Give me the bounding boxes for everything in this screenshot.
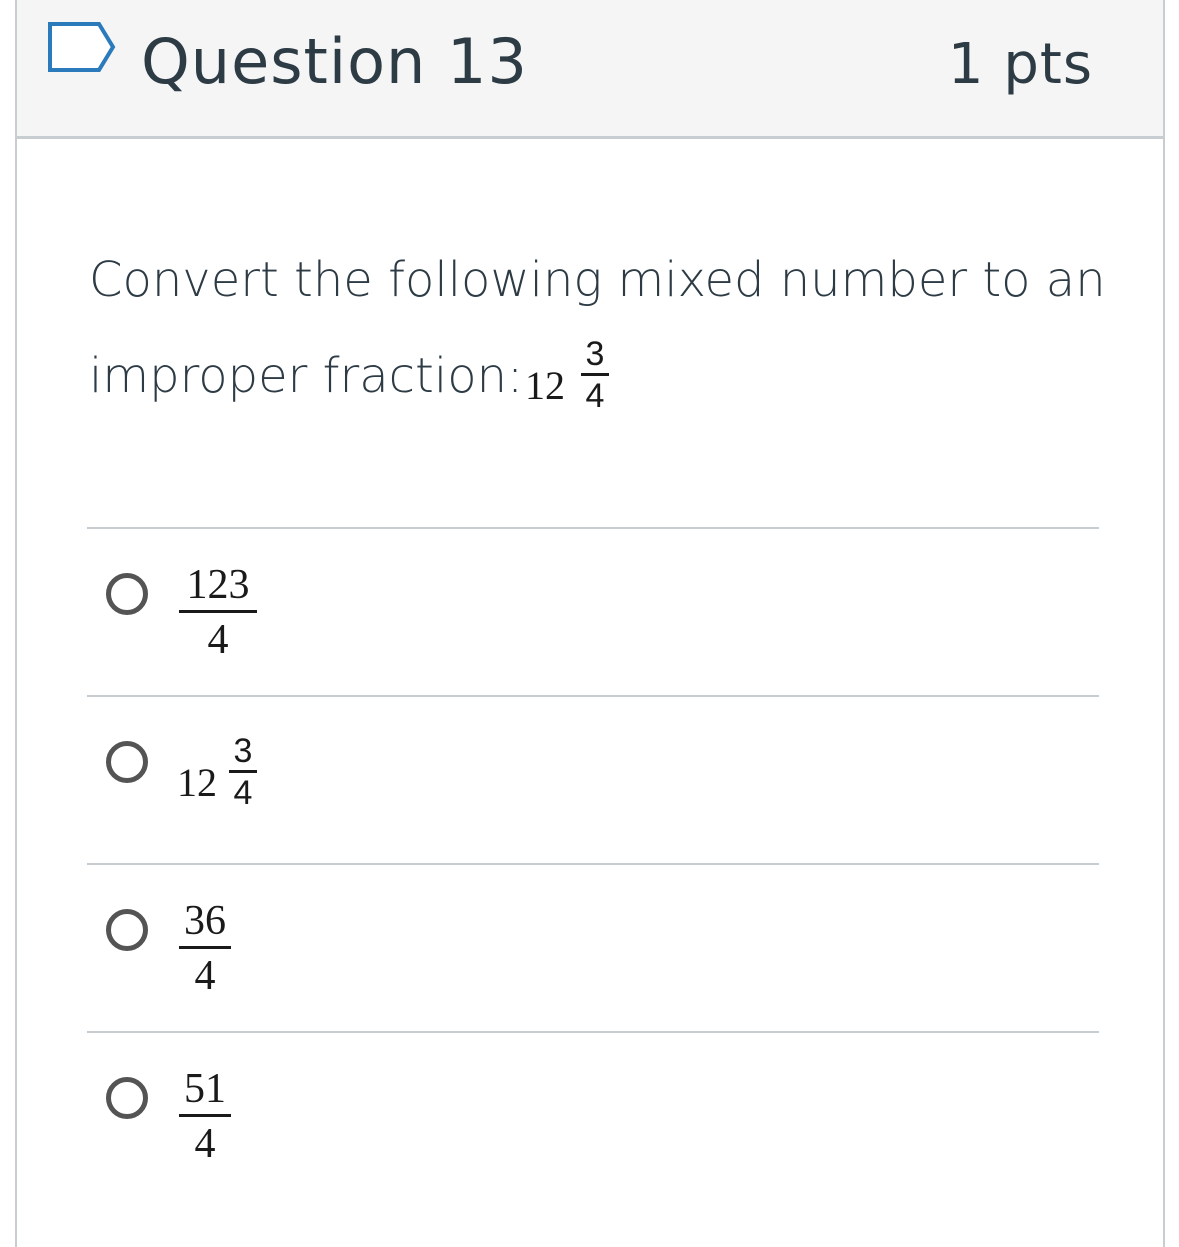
- mixed-fraction: 3 4: [577, 336, 613, 414]
- prompt-line-1: Convert the following mixed number to an: [89, 252, 1106, 308]
- prompt-mixed-number: 12 3 4: [525, 336, 635, 436]
- fraction-denominator: 4: [585, 377, 605, 415]
- question-title: Question 13: [141, 25, 528, 98]
- fraction-numerator: 3: [585, 335, 605, 373]
- radio-button-icon[interactable]: [106, 1077, 148, 1119]
- fraction-denominator: 4: [207, 617, 229, 663]
- question-points: 1 pts: [947, 32, 1093, 97]
- mixed-fraction: 3 4: [225, 733, 261, 811]
- fraction-denominator: 4: [194, 1121, 216, 1167]
- answer-fraction: 36 4: [179, 899, 231, 998]
- fraction-bar: [581, 373, 609, 376]
- answer-mixed-number: 12 3 4: [177, 733, 277, 833]
- question-header: Question 13 1 pts: [17, 0, 1163, 139]
- fraction-denominator: 4: [194, 953, 216, 999]
- fraction-bar: [179, 946, 231, 949]
- fraction-numerator: 36: [184, 898, 226, 944]
- prompt-line-2: improper fraction:: [89, 348, 524, 404]
- fraction-numerator: 3: [233, 732, 253, 770]
- fraction-bar: [179, 610, 257, 613]
- mixed-whole: 12: [177, 760, 217, 805]
- bookmark-flag-icon[interactable]: [47, 21, 117, 73]
- fraction-bar: [179, 1114, 231, 1117]
- fraction-numerator: 51: [184, 1066, 226, 1112]
- radio-button-icon[interactable]: [106, 909, 148, 951]
- fraction-numerator: 123: [186, 562, 250, 608]
- mixed-whole: 12: [525, 363, 565, 408]
- answer-option-1[interactable]: 123 4: [87, 529, 1099, 693]
- radio-button-icon[interactable]: [106, 573, 148, 615]
- answer-fraction: 123 4: [179, 563, 257, 662]
- fraction-denominator: 4: [233, 774, 253, 812]
- answer-option-4[interactable]: 51 4: [87, 1033, 1099, 1197]
- answer-option-2[interactable]: 12 3 4: [87, 697, 1099, 861]
- answer-option-3[interactable]: 36 4: [87, 865, 1099, 1029]
- fraction-bar: [229, 770, 257, 773]
- radio-button-icon[interactable]: [106, 741, 148, 783]
- answer-fraction: 51 4: [179, 1067, 231, 1166]
- question-card: Question 13 1 pts Convert the following …: [15, 0, 1165, 1247]
